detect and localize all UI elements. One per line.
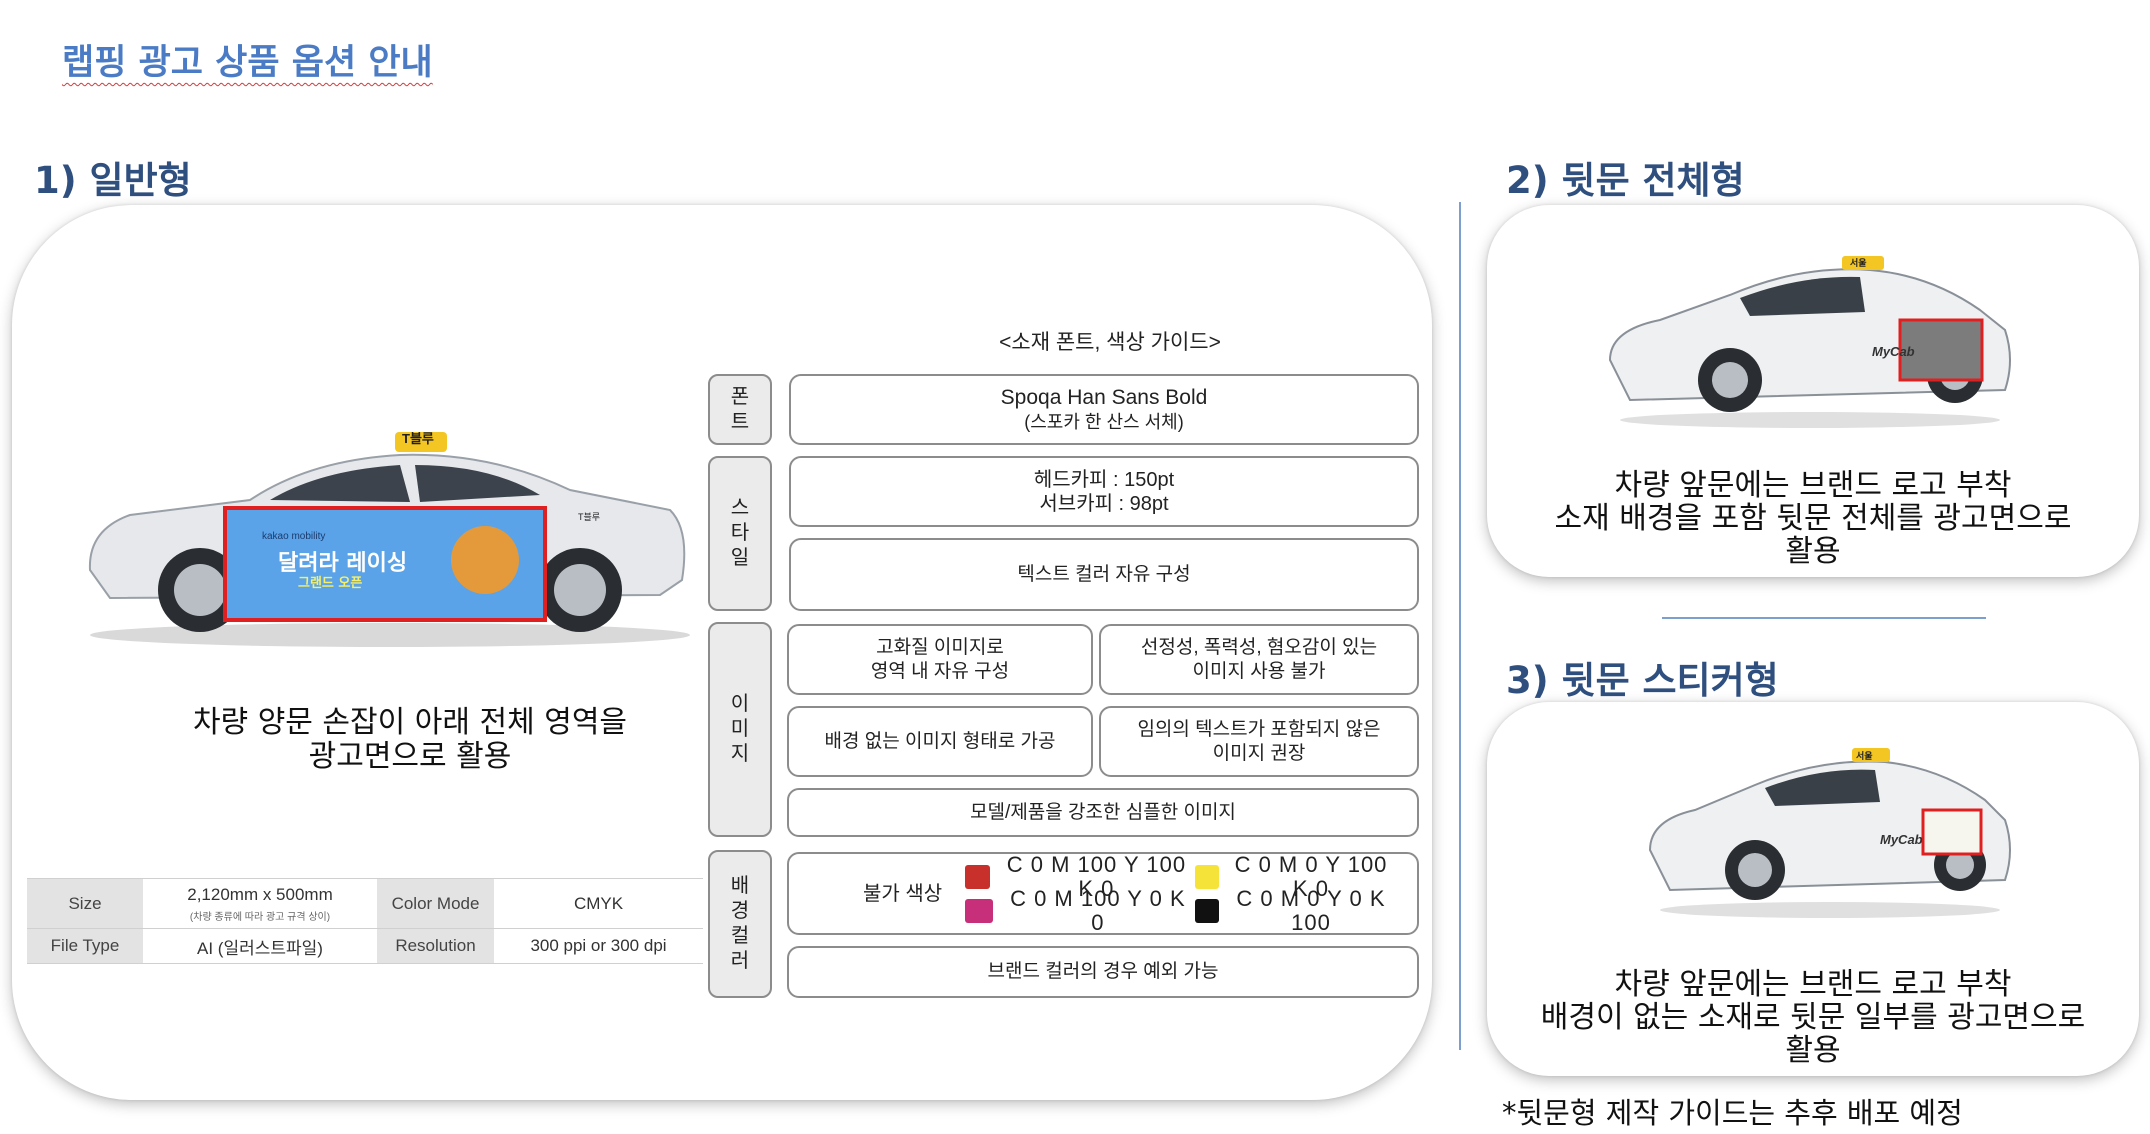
general-caption: 차량 양문 손잡이 아래 전체 영역을 광고면으로 활용 [150, 706, 670, 774]
forbidden-colors-box: 불가 색상 C 0 M 100 Y 100 K 0 C 0 M 0 Y 100 … [787, 852, 1419, 935]
door-mark-text: T블루 [578, 512, 601, 522]
color-mode-label: Color Mode [377, 878, 494, 929]
rear-full-caption-line-3: 활용 [1785, 534, 1841, 569]
image-box-4-line: 임의의 텍스트가 포함되지 않은 [1137, 718, 1381, 740]
page-title: 랩핑 광고 상품 옵션 안내 [62, 43, 433, 83]
label-bg-color-char: 컬 [730, 925, 750, 947]
footnote: *뒷문형 제작 가이드는 추후 배포 예정 [1502, 1096, 1963, 1130]
ad-sub-text: 그랜드 오픈 [298, 576, 363, 591]
swatch-magenta [965, 898, 993, 923]
ad-brand-text: kakao mobility [262, 531, 326, 542]
forbidden-color-item: C 0 M 100 Y 0 K 0 [965, 886, 1195, 934]
general-taxi-image [88, 432, 690, 647]
rear-full-logo: MyCab [1872, 344, 1915, 359]
image-box-2-line: 이미지 사용 불가 [1192, 660, 1326, 682]
label-style-char: 스 [730, 497, 750, 519]
subcopy-size: 서브카피 : 98pt [1039, 492, 1169, 515]
spec-table: Size 2,120mm x 500mm (차량 종류에 따라 광고 규격 상이… [27, 878, 703, 964]
image-box-3: 배경 없는 이미지 형태로 가공 [787, 706, 1093, 777]
spec-row: Size 2,120mm x 500mm (차량 종류에 따라 광고 규격 상이… [27, 878, 703, 929]
section-title-rear-full: 2) 뒷문 전체형 [1506, 159, 1745, 202]
label-bg-color-char: 러 [730, 950, 750, 972]
resolution-label: Resolution [377, 928, 494, 964]
font-name: Spoqa Han Sans Bold [1000, 385, 1208, 409]
general-caption-line-1: 차량 양문 손잡이 아래 전체 영역을 [192, 705, 628, 740]
forbidden-color-item: C 0 M 0 Y 0 K 100 [1195, 886, 1395, 934]
color-code-black: C 0 M 0 Y 0 K 100 [1236, 885, 1386, 935]
image-box-4-line: 이미지 권장 [1212, 742, 1306, 764]
rear-full-caption: 차량 앞문에는 브랜드 로고 부착 소재 배경을 포함 뒷문 전체를 광고면으로… [1505, 469, 2121, 568]
spec-row: File Type AI (일러스트파일) Resolution 300 ppi… [27, 928, 703, 964]
label-bg-color-char: 경 [730, 900, 750, 922]
rear-sticker-caption-line-2: 배경이 없는 소재로 뒷문 일부를 광고면으로 [1540, 1000, 2086, 1035]
label-style: 스 타 일 [708, 456, 772, 611]
size-label: Size [27, 878, 143, 929]
roof-sign-text: T블루 [402, 431, 434, 446]
label-font: 폰 트 [708, 374, 772, 445]
image-box-3-line: 배경 없는 이미지 형태로 가공 [824, 730, 1056, 752]
color-code-magenta: C 0 M 100 Y 0 K 0 [1010, 885, 1186, 935]
style-size-box: 헤드카피 : 150pt 서브카피 : 98pt [789, 456, 1419, 527]
style-color-box: 텍스트 컬러 자유 구성 [789, 538, 1419, 611]
font-name-ko: (스포카 한 산스 서체) [1024, 411, 1184, 432]
label-image-char: 이 [730, 693, 750, 715]
swatch-black [1195, 898, 1219, 923]
section-title-rear-sticker: 3) 뒷문 스티커형 [1506, 659, 1779, 702]
file-type-value: AI (일러스트파일) [143, 928, 377, 964]
image-box-5: 모델/제품을 강조한 심플한 이미지 [787, 788, 1419, 837]
resolution-value: 300 ppi or 300 dpi [494, 928, 703, 964]
rear-full-caption-line-1: 차량 앞문에는 브랜드 로고 부착 [1614, 468, 2012, 503]
rear-full-taxi-image [1608, 256, 2011, 428]
brand-exception-box: 브랜드 컬러의 경우 예외 가능 [787, 946, 1419, 998]
section-title-general: 1) 일반형 [34, 159, 192, 202]
label-style-char: 일 [730, 547, 750, 569]
label-image-char: 지 [730, 743, 750, 765]
swatch-yellow [1195, 864, 1219, 889]
rear-sticker-caption-line-1: 차량 앞문에는 브랜드 로고 부착 [1614, 967, 2012, 1002]
style-color-text: 텍스트 컬러 자유 구성 [1017, 563, 1191, 585]
rear-full-caption-line-2: 소재 배경을 포함 뒷문 전체를 광고면으로 [1554, 501, 2072, 536]
label-bg-color-char: 배 [730, 875, 750, 897]
file-type-label: File Type [27, 928, 143, 964]
guide-title: <소재 폰트, 색상 가이드> [999, 331, 1221, 354]
rear-full-roof-sign: 서울 [1850, 259, 1867, 269]
label-image: 이 미 지 [708, 622, 772, 837]
forbidden-colors-grid: C 0 M 100 Y 100 K 0 C 0 M 0 Y 100 K 0 C … [965, 852, 1395, 934]
image-box-2-line: 선정성, 폭력성, 혐오감이 있는 [1140, 636, 1378, 658]
image-box-2: 선정성, 폭력성, 혐오감이 있는 이미지 사용 불가 [1099, 624, 1419, 695]
font-box: Spoqa Han Sans Bold (스포카 한 산스 서체) [789, 374, 1419, 445]
image-box-1-line: 고화질 이미지로 [876, 636, 1004, 658]
label-image-char: 미 [730, 718, 750, 740]
label-font-char: 폰 [730, 385, 750, 408]
label-font-char: 트 [730, 410, 750, 433]
image-box-1-line: 영역 내 자유 구성 [870, 660, 1010, 682]
rear-sticker-logo: MyCab [1880, 832, 1923, 847]
vertical-divider [1459, 202, 1461, 1050]
image-box-4: 임의의 텍스트가 포함되지 않은 이미지 권장 [1099, 706, 1419, 777]
size-value-text: 2,120mm x 500mm [187, 884, 333, 904]
rear-sticker-caption-line-3: 활용 [1785, 1033, 1841, 1068]
brand-exception-text: 브랜드 컬러의 경우 예외 가능 [987, 961, 1219, 982]
forbidden-colors-label: 불가 색상 [863, 882, 943, 905]
label-bg-color: 배 경 컬 러 [708, 850, 772, 998]
image-box-1: 고화질 이미지로 영역 내 자유 구성 [787, 624, 1093, 695]
rear-sticker-roof-sign: 서울 [1856, 752, 1873, 762]
size-note: (차량 종류에 따라 광고 규격 상이) [189, 911, 331, 923]
horizontal-divider [1662, 617, 1986, 619]
label-style-char: 타 [730, 522, 750, 544]
size-value: 2,120mm x 500mm (차량 종류에 따라 광고 규격 상이) [143, 878, 377, 929]
color-mode-value: CMYK [494, 878, 703, 929]
headcopy-size: 헤드카피 : 150pt [1033, 468, 1175, 491]
swatch-red [965, 864, 990, 889]
image-box-5-line: 모델/제품을 강조한 심플한 이미지 [970, 801, 1236, 823]
rear-sticker-taxi-image [1648, 748, 2011, 918]
general-caption-line-2: 광고면으로 활용 [308, 739, 512, 774]
rear-sticker-caption: 차량 앞문에는 브랜드 로고 부착 배경이 없는 소재로 뒷문 일부를 광고면으… [1505, 968, 2121, 1067]
